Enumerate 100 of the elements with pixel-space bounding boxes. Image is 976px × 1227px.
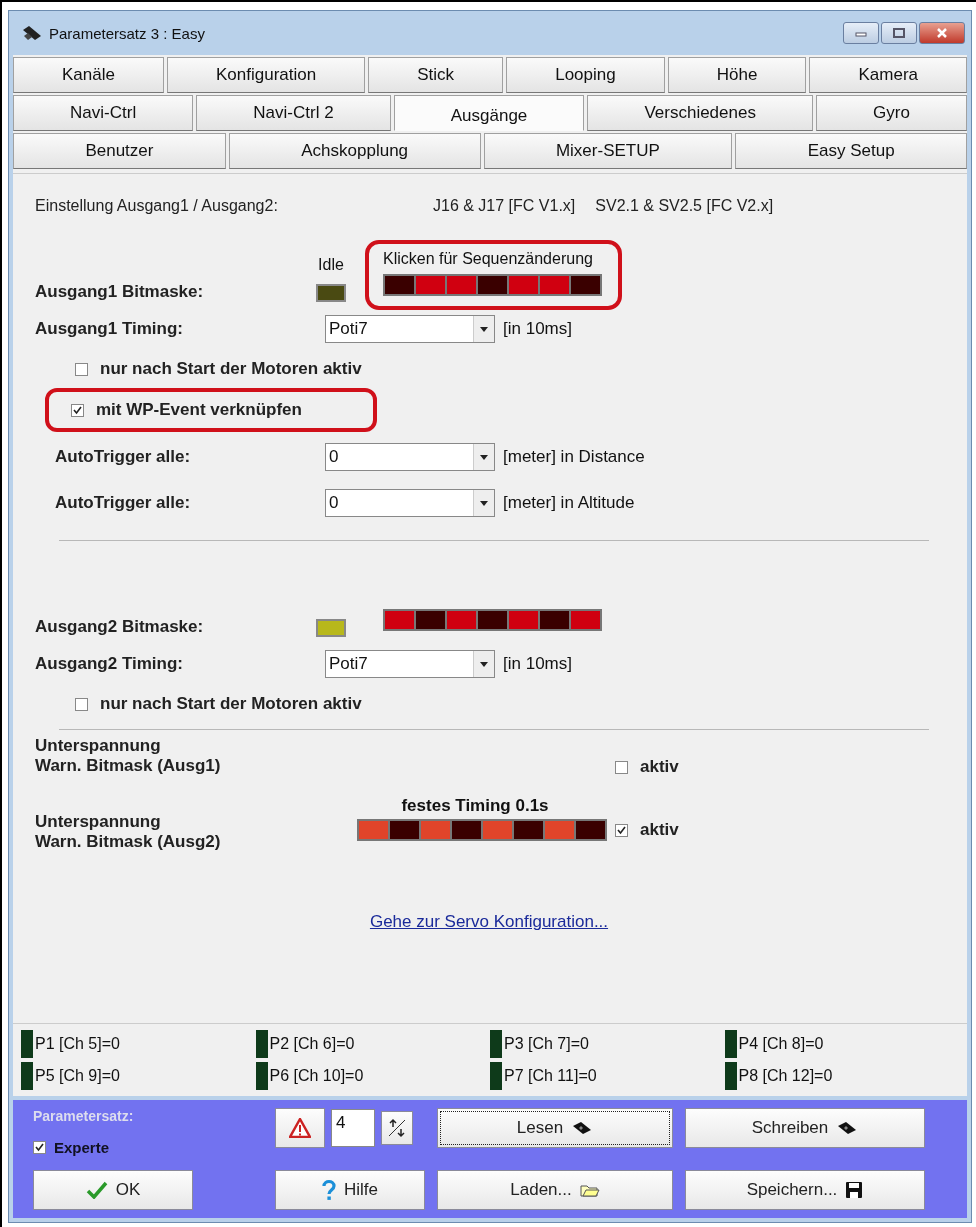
bit-cell[interactable]: [478, 611, 507, 629]
channel-value: P1 [Ch 5]=0: [35, 1035, 120, 1053]
bit-cell[interactable]: [571, 276, 600, 294]
dropdown-arrow-icon: [480, 661, 488, 667]
timing-note: festes Timing 0.1s: [400, 795, 550, 816]
close-button[interactable]: [919, 22, 965, 44]
bit-cell[interactable]: [390, 821, 419, 839]
bit-cell[interactable]: [385, 611, 414, 629]
tab[interactable]: Achskopplung: [228, 133, 481, 169]
checkbox-label: nur nach Start der Motoren aktiv: [100, 694, 362, 714]
idle-indicator[interactable]: [316, 284, 346, 302]
tab[interactable]: Stick: [368, 57, 504, 93]
bit-cell[interactable]: [416, 276, 445, 294]
bit-cell[interactable]: [385, 276, 414, 294]
ok-button[interactable]: OK: [33, 1170, 193, 1210]
field-label: AutoTrigger alle:: [55, 493, 192, 513]
bit-cell[interactable]: [571, 611, 600, 629]
tab[interactable]: Looping: [506, 57, 665, 93]
bit-cell[interactable]: [509, 611, 538, 629]
tab[interactable]: Easy Setup: [735, 133, 968, 169]
load-button[interactable]: Laden...: [437, 1170, 673, 1210]
channel-value: P5 [Ch 9]=0: [35, 1067, 120, 1085]
bit-cell[interactable]: [576, 821, 605, 839]
checkbox[interactable]: [75, 362, 88, 376]
bit-cell[interactable]: [540, 276, 569, 294]
read-button[interactable]: Lesen: [437, 1108, 673, 1148]
maximize-icon: [893, 28, 905, 38]
checkbox[interactable]: [615, 760, 628, 774]
hint-label: Klicken für Sequenzänderung: [383, 250, 594, 268]
bit-cell[interactable]: [509, 276, 538, 294]
close-icon: [936, 28, 948, 38]
tab[interactable]: Konfiguration: [167, 57, 366, 93]
maximize-button[interactable]: [881, 22, 917, 44]
unit-label: [meter] in Distance: [503, 447, 645, 467]
checkbox[interactable]: [33, 1140, 46, 1154]
checkbox[interactable]: [71, 403, 84, 417]
dropdown[interactable]: Poti7: [325, 315, 495, 343]
bit-cell[interactable]: [416, 611, 445, 629]
dropdown[interactable]: Poti7: [325, 650, 495, 678]
tab[interactable]: Ausgänge: [393, 95, 585, 131]
bitmask-bar[interactable]: [383, 609, 602, 631]
bitmask-bar[interactable]: [357, 819, 607, 841]
dropdown[interactable]: 0: [325, 443, 495, 471]
field-label: Ausgang1 Bitmaske:: [35, 282, 205, 302]
write-button[interactable]: Schreiben: [685, 1108, 925, 1148]
bit-cell[interactable]: [452, 821, 481, 839]
idle-indicator[interactable]: [316, 619, 346, 637]
tab[interactable]: Benutzer: [13, 133, 226, 169]
channel-value: P7 [Ch 11]=0: [504, 1067, 597, 1085]
checkbox-label: Experte: [54, 1138, 110, 1156]
window-title: Parametersatz 3 : Easy: [49, 24, 205, 42]
tab[interactable]: Kamera: [809, 57, 968, 93]
field-label: Unterspannung Warn. Bitmask (Ausg1): [35, 736, 222, 776]
bit-cell[interactable]: [483, 821, 512, 839]
tab[interactable]: Navi-Ctrl: [13, 95, 194, 131]
channel-value: P4 [Ch 8]=0: [738, 1035, 824, 1053]
tab[interactable]: Verschiedenes: [587, 95, 813, 131]
checkbox-label: mit WP-Event verknüpfen: [96, 400, 302, 420]
bit-cell[interactable]: [359, 821, 388, 839]
bitmask-bar[interactable]: [383, 274, 602, 296]
checkmark-icon: [85, 1181, 108, 1199]
tab[interactable]: Mixer-SETUP: [483, 133, 733, 169]
bit-cell[interactable]: [545, 821, 574, 839]
field-label: Unterspannung Warn. Bitmask (Ausg2): [35, 812, 222, 852]
bit-cell[interactable]: [540, 611, 569, 629]
channel-value: P6 [Ch 10]=0: [269, 1067, 364, 1085]
number-field[interactable]: 4: [331, 1109, 375, 1147]
field-label: Ausgang2 Bitmaske:: [35, 617, 205, 637]
parameter-set-label: Parametersatz:: [33, 1108, 135, 1124]
minimize-button[interactable]: [843, 22, 879, 44]
servo-config-link[interactable]: Gehe zur Servo Konfiguration...: [369, 912, 609, 931]
checkbox[interactable]: [615, 823, 628, 837]
tab[interactable]: Gyro: [816, 95, 967, 131]
channel-value: P3 [Ch 7]=0: [504, 1035, 589, 1053]
save-button[interactable]: Speichern...: [685, 1170, 925, 1210]
tab[interactable]: Höhe: [667, 57, 807, 93]
minimize-icon: [855, 29, 867, 37]
unit-label: [meter] in Altitude: [503, 493, 635, 513]
tab[interactable]: Navi-Ctrl 2: [196, 95, 391, 131]
setting-label: Einstellung Ausgang1 / Ausgang2:: [35, 197, 279, 215]
dropdown-arrow-icon: [480, 326, 488, 332]
folder-icon: [579, 1183, 600, 1197]
field-label: AutoTrigger alle:: [55, 447, 192, 467]
dropdown-arrow-icon: [480, 500, 488, 506]
help-button[interactable]: Hilfe: [275, 1170, 425, 1210]
dropdown[interactable]: 0: [325, 489, 495, 517]
bit-cell[interactable]: [447, 276, 476, 294]
checkbox[interactable]: [75, 697, 88, 711]
bit-cell[interactable]: [421, 821, 450, 839]
checkbox-label: nur nach Start der Motoren aktiv: [100, 359, 362, 379]
up-down-arrows-icon: [387, 1118, 407, 1138]
warning-icon: [289, 1118, 311, 1138]
bit-cell[interactable]: [514, 821, 543, 839]
checkbox-label: aktiv: [640, 757, 679, 777]
tab[interactable]: Kanäle: [13, 57, 164, 93]
unit-label: [in 10ms]: [503, 319, 572, 339]
warning-button[interactable]: [275, 1108, 325, 1148]
bit-cell[interactable]: [447, 611, 476, 629]
spinner-button[interactable]: [381, 1111, 413, 1145]
bit-cell[interactable]: [478, 276, 507, 294]
